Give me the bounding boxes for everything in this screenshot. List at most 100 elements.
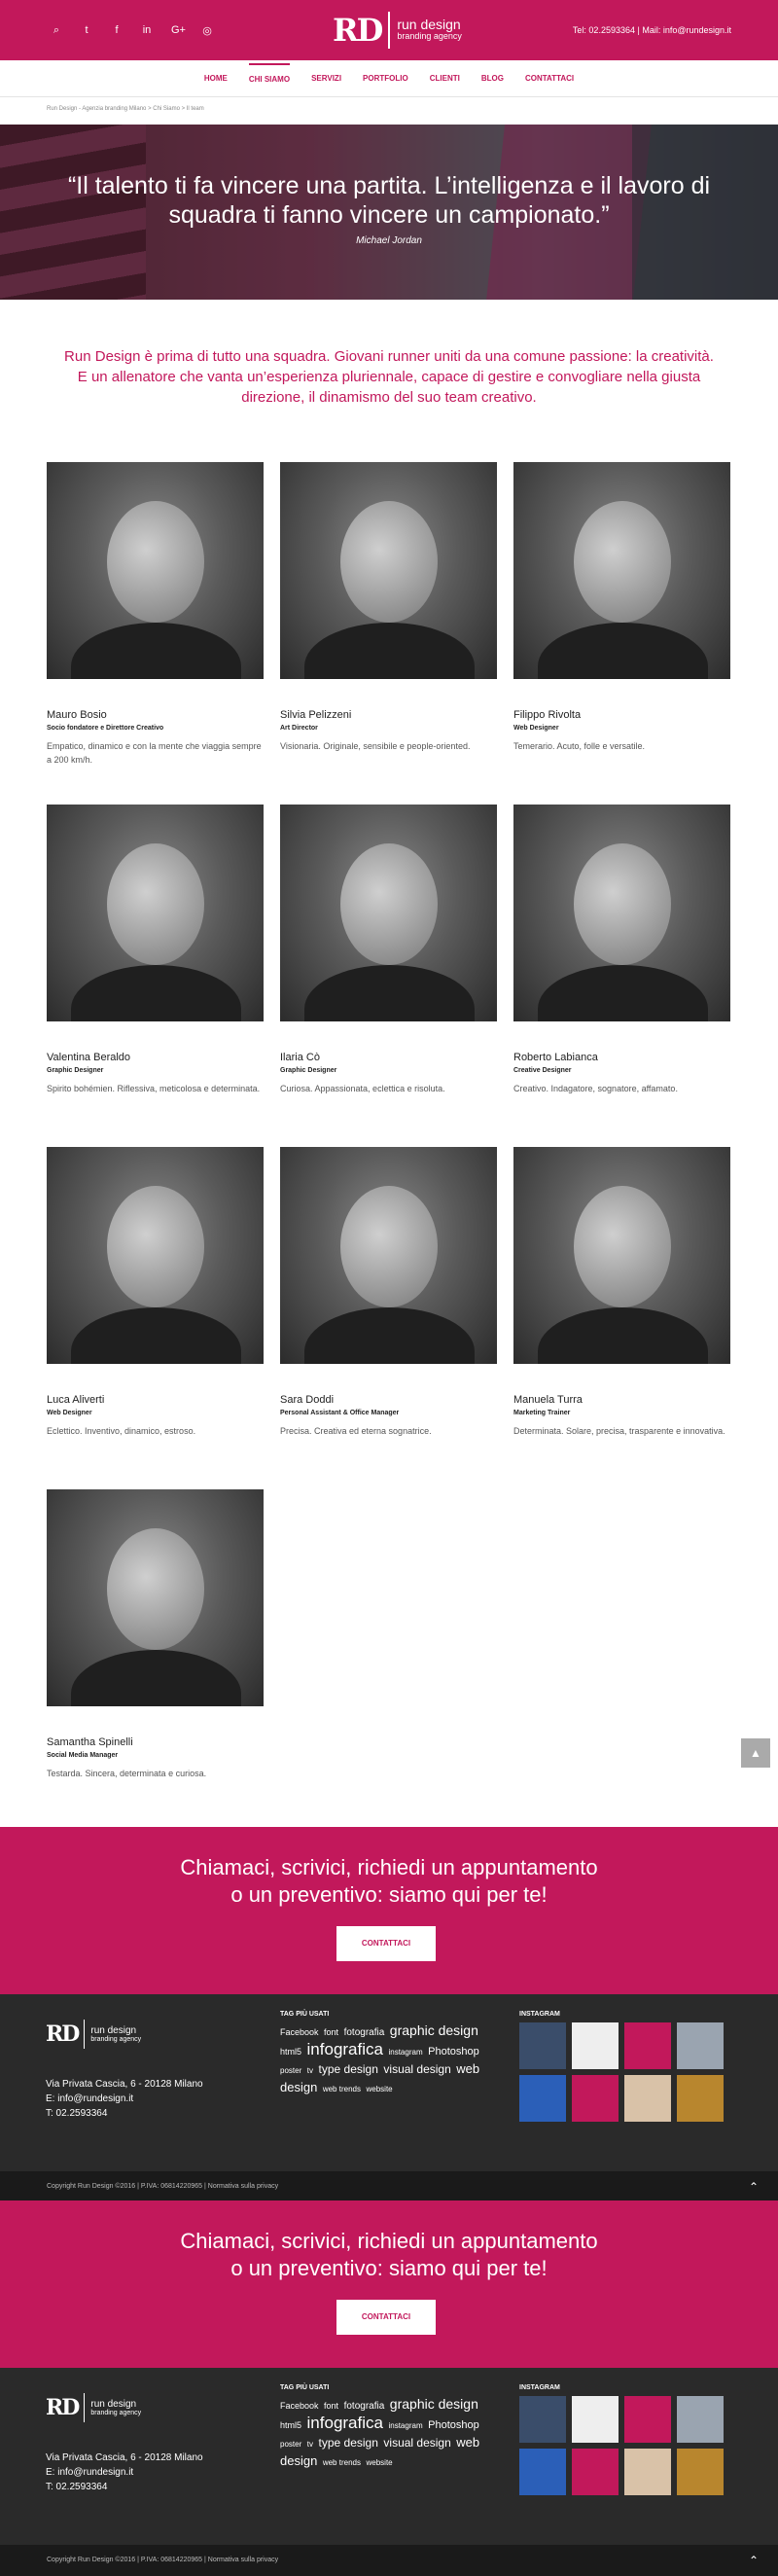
scroll-to-top-button[interactable]: ▲ <box>741 1738 770 1768</box>
linkedin-icon[interactable]: in <box>141 24 153 36</box>
team-member: Ilaria Cò Graphic Designer Curiosa. Appass… <box>280 805 497 1095</box>
footer-address-block: Via Privata Cascia, 6 - 20128 Milano E: i… <box>46 2077 203 2121</box>
footer-tag-link[interactable]: visual design <box>383 2436 450 2450</box>
nav-item-contattaci[interactable]: CONTATTACI <box>525 64 574 92</box>
footer-tag-link[interactable]: instagram <box>388 2048 422 2057</box>
instagram-thumbnail[interactable] <box>677 2022 724 2069</box>
instagram-thumbnail[interactable] <box>572 2022 619 2069</box>
chevron-up-icon[interactable]: ⌃ <box>749 2171 759 2202</box>
instagram-thumbnail[interactable] <box>572 2075 619 2122</box>
footer-tag-link[interactable]: graphic design <box>390 2396 478 2412</box>
footer-tags: TAG PIÙ USATI Facebook font fotografia gr… <box>280 2011 494 2097</box>
chevron-up-icon[interactable]: ⌃ <box>749 2545 759 2576</box>
footer-tag-link[interactable]: html5 <box>280 2420 301 2430</box>
nav-item-clienti[interactable]: CLIENTI <box>430 64 460 92</box>
instagram-thumbnail[interactable] <box>624 2449 671 2495</box>
contact-button[interactable]: CONTATTACI <box>336 2300 436 2335</box>
footer-address-block: Via Privata Cascia, 6 - 20128 Milano E: i… <box>46 2451 203 2494</box>
team-grid: Mauro Bosio Socio fondatore e Direttore C… <box>0 408 778 1779</box>
nav-item-chi-siamo[interactable]: CHI SIAMO <box>248 63 291 93</box>
nav-item-portfolio[interactable]: PORTFOLIO <box>363 64 408 92</box>
facebook-icon[interactable]: f <box>111 24 123 36</box>
footer-tag-link[interactable]: graphic design <box>390 2022 478 2038</box>
footer-tag-link[interactable]: website <box>366 2085 392 2093</box>
team-member-name: Sara Doddi <box>280 1394 335 1406</box>
team-member: Manuela Turra Marketing Trainer Determinat… <box>513 1147 730 1438</box>
copyright-text: Copyright Run Design ©2016 | P.IVA: 0681… <box>47 2557 279 2563</box>
instagram-thumbnail[interactable] <box>519 2022 566 2069</box>
footer-tag-link[interactable]: infografica <box>307 2040 383 2058</box>
footer-tag-link[interactable]: type design <box>319 2436 378 2450</box>
search-icon[interactable]: ⌕ <box>51 24 62 37</box>
instagram-thumbnail[interactable] <box>519 2449 566 2495</box>
footer-instagram: INSTAGRAM <box>519 2011 724 2122</box>
contact-button[interactable]: CONTATTACI <box>336 1926 436 1961</box>
team-member-description: Precisa. Creativa ed eterna sognatrice. <box>280 1426 432 1436</box>
footer-logo[interactable]: RD run design branding agency <box>46 2020 141 2049</box>
instagram-thumbnail[interactable] <box>572 2396 619 2443</box>
instagram-thumbnail[interactable] <box>677 2449 724 2495</box>
header-contact[interactable]: Tel: 02.2593364 | Mail: info@rundesign.i… <box>573 25 731 35</box>
footer-tag-link[interactable]: tv <box>307 2066 313 2075</box>
instagram-thumbnail[interactable] <box>677 2396 724 2443</box>
footer-tag-link[interactable]: html5 <box>280 2047 301 2057</box>
footer-logo[interactable]: RD run design branding agency <box>46 2393 141 2422</box>
team-member: Sara Doddi Personal Assistant & Office Ma… <box>280 1147 497 1438</box>
team-member: Samantha Spinelli Social Media Manager Tes… <box>47 1489 264 1780</box>
twitter-icon[interactable]: t <box>81 24 92 36</box>
footer-phone[interactable]: T: 02.2593364 <box>46 2106 203 2121</box>
instagram-thumbnail[interactable] <box>572 2449 619 2495</box>
cta-heading: Chiamaci, scrivici, richiedi un appuntam… <box>180 2229 598 2253</box>
team-member-photo <box>47 462 264 679</box>
team-member-description: Creativo. Indagatore, sognatore, affamat… <box>513 1084 678 1093</box>
team-member-name: Samantha Spinelli <box>47 1736 133 1748</box>
instagram-icon[interactable]: ◎ <box>201 24 213 37</box>
footer-tag-link[interactable]: Photoshop <box>428 2419 479 2431</box>
footer-tags-title: TAG PIÙ USATI <box>280 2011 330 2018</box>
footer-tag-link[interactable]: web trends <box>323 2085 361 2093</box>
instagram-thumbnail[interactable] <box>624 2022 671 2069</box>
google-plus-icon[interactable]: G+ <box>171 24 186 36</box>
breadcrumb[interactable]: Run Design - Agenzia branding Milano > C… <box>0 97 778 125</box>
instagram-thumbnail[interactable] <box>519 2075 566 2122</box>
tag-cloud: Facebook font fotografia graphic design … <box>280 2396 494 2471</box>
footer-phone[interactable]: T: 02.2593364 <box>46 2480 203 2494</box>
team-member-role: Marketing Trainer <box>513 1410 571 1416</box>
footer-tag-link[interactable]: fotografia <box>344 2027 385 2038</box>
footer-tag-link[interactable]: web trends <box>323 2458 361 2467</box>
footer-tag-link[interactable]: type design <box>319 2062 378 2076</box>
footer-email[interactable]: E: info@rundesign.it <box>46 2092 203 2106</box>
main-nav: HOME CHI SIAMO SERVIZI PORTFOLIO CLIENTI BLOG… <box>0 60 778 97</box>
footer-tag-link[interactable]: font <box>324 2027 338 2037</box>
footer-tag-link[interactable]: Photoshop <box>428 2046 479 2057</box>
logo[interactable]: RD run design branding agency <box>333 12 462 49</box>
footer-tag-link[interactable]: visual design <box>383 2062 450 2076</box>
instagram-thumbnail[interactable] <box>677 2075 724 2122</box>
footer-tag-link[interactable]: font <box>324 2401 338 2411</box>
footer-tag-link[interactable]: tv <box>307 2440 313 2449</box>
footer-tag-link[interactable]: website <box>366 2458 392 2467</box>
team-member-photo <box>47 805 264 1021</box>
footer-logo-tagline: branding agency <box>90 2409 142 2416</box>
team-member-name: Valentina Beraldo <box>47 1052 131 1063</box>
footer-tag-link[interactable]: poster <box>280 2440 301 2449</box>
team-member-role: Web Designer <box>513 725 559 732</box>
team-member: Roberto Labianca Creative Designer Creativ… <box>513 805 730 1095</box>
nav-item-home[interactable]: HOME <box>204 64 228 92</box>
footer-tag-link[interactable]: instagram <box>388 2421 422 2430</box>
team-member: Valentina Beraldo Graphic Designer Spirito… <box>47 805 264 1095</box>
hero-quote: “Il talento ti fa vincere una partita. L… <box>67 172 711 229</box>
instagram-thumbnail[interactable] <box>519 2396 566 2443</box>
footer-tag-link[interactable]: Facebook <box>280 2401 319 2411</box>
footer-tag-link[interactable]: infografica <box>307 2414 383 2432</box>
nav-item-blog[interactable]: BLOG <box>481 64 504 92</box>
footer-email[interactable]: E: info@rundesign.it <box>46 2465 203 2480</box>
footer-tag-link[interactable]: poster <box>280 2066 301 2075</box>
instagram-thumbnail[interactable] <box>624 2396 671 2443</box>
instagram-grid <box>519 2396 724 2495</box>
instagram-thumbnail[interactable] <box>624 2075 671 2122</box>
nav-item-servizi[interactable]: SERVIZI <box>311 64 341 92</box>
footer-tag-link[interactable]: fotografia <box>344 2401 385 2412</box>
team-member-role: Graphic Designer <box>280 1067 337 1074</box>
footer-tag-link[interactable]: Facebook <box>280 2027 319 2037</box>
